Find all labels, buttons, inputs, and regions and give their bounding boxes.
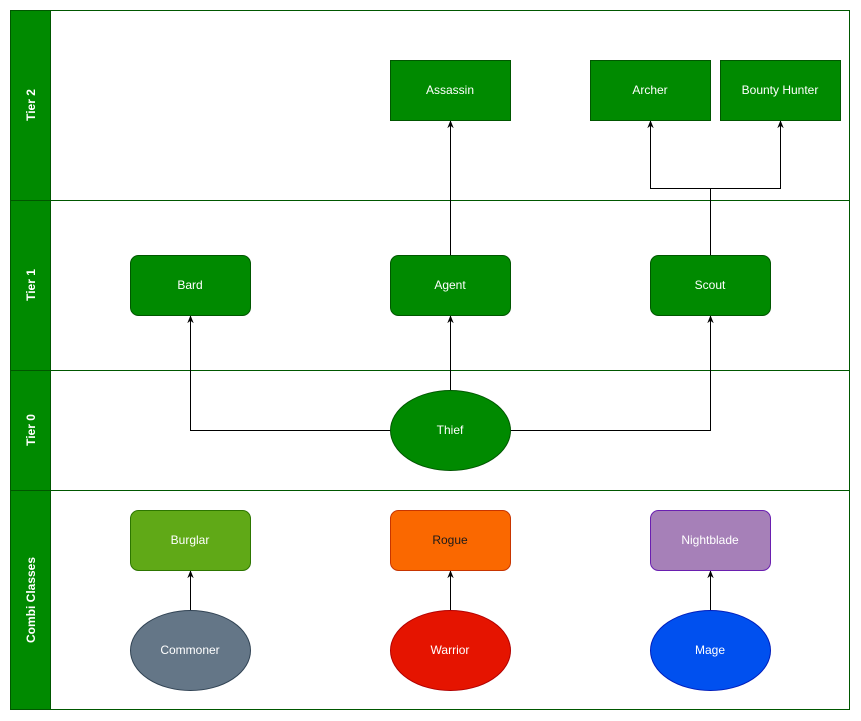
node-label: Bounty Hunter (742, 83, 819, 97)
node-label: Rogue (432, 533, 468, 547)
node-label: Archer (632, 83, 667, 97)
lane-combi-classes: Combi Classes (10, 490, 51, 710)
lane-tier-0: Tier 0 (10, 370, 51, 491)
lane-label-combi-classes: Combi Classes (24, 557, 38, 643)
node-thief[interactable]: Thief (390, 390, 511, 471)
lane-tier-1: Tier 1 (10, 200, 51, 371)
node-nightblade[interactable]: Nightblade (650, 510, 771, 571)
node-label: Scout (695, 278, 726, 292)
node-commoner[interactable]: Commoner (130, 610, 251, 691)
node-label: Bard (177, 278, 202, 292)
lane-label-tier-1: Tier 1 (24, 269, 38, 301)
node-bounty-hunter[interactable]: Bounty Hunter (720, 60, 841, 121)
node-rogue[interactable]: Rogue (390, 510, 511, 571)
node-assassin[interactable]: Assassin (390, 60, 511, 121)
lane-tier-2: Tier 2 (10, 10, 51, 201)
lane-label-tier-2: Tier 2 (24, 89, 38, 121)
node-burglar[interactable]: Burglar (130, 510, 251, 571)
class-tree-diagram: Tier 2 Tier 1 Tier 0 Combi Classes Assas… (10, 10, 850, 710)
node-label: Commoner (160, 643, 219, 657)
node-label: Assassin (426, 83, 474, 97)
node-label: Mage (695, 643, 725, 657)
lane-label-tier-0: Tier 0 (24, 414, 38, 446)
node-label: Nightblade (681, 533, 739, 547)
node-archer[interactable]: Archer (590, 60, 711, 121)
node-scout[interactable]: Scout (650, 255, 771, 316)
node-mage[interactable]: Mage (650, 610, 771, 691)
node-warrior[interactable]: Warrior (390, 610, 511, 691)
node-label: Agent (434, 278, 466, 292)
node-label: Warrior (431, 643, 470, 657)
node-bard[interactable]: Bard (130, 255, 251, 316)
node-agent[interactable]: Agent (390, 255, 511, 316)
node-label: Burglar (171, 533, 210, 547)
node-label: Thief (437, 423, 464, 437)
